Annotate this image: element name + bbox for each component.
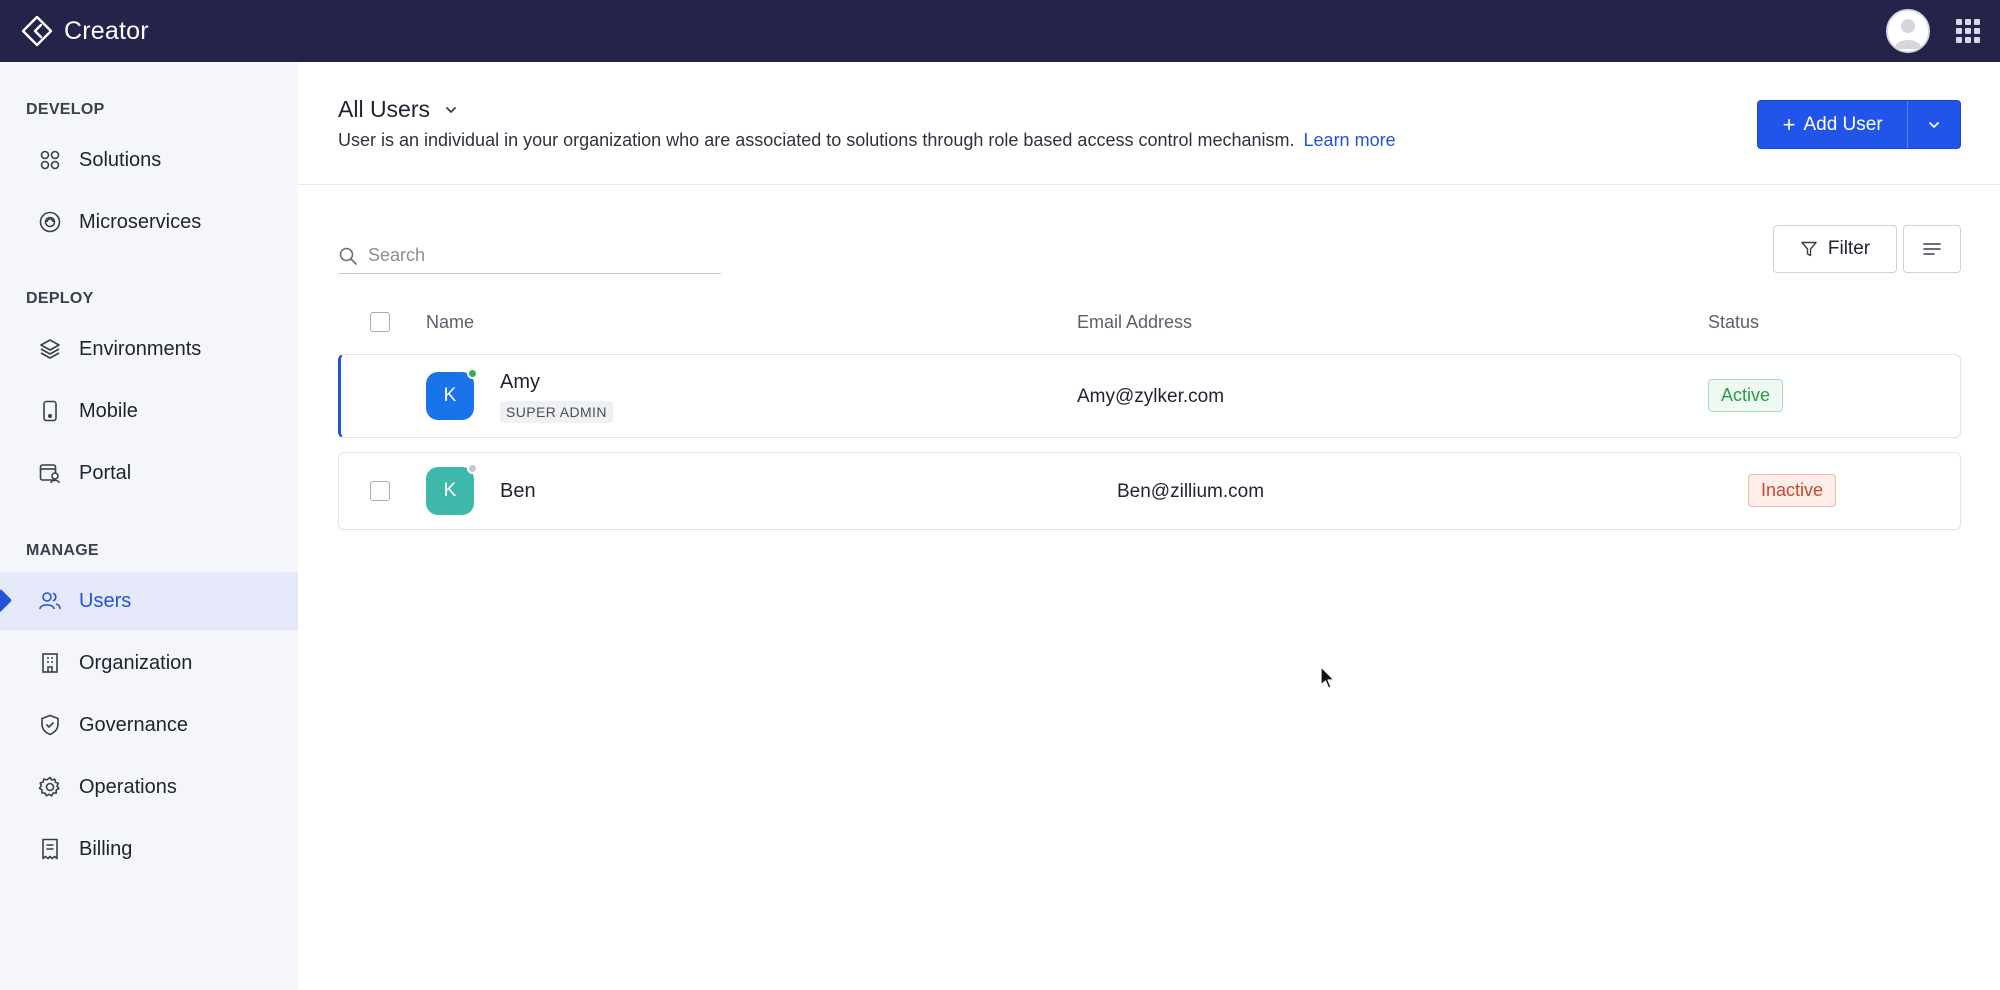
- active-indicator: [0, 588, 13, 614]
- portal-icon: [38, 461, 62, 485]
- page-description: User is an individual in your organizati…: [338, 130, 1396, 151]
- creator-logo-icon: [21, 15, 53, 47]
- sidebar-item-environments[interactable]: Environments: [0, 320, 298, 378]
- filter-icon: [1801, 241, 1817, 257]
- description-text: User is an individual in your organizati…: [338, 130, 1295, 150]
- section-title-develop: DEVELOP: [26, 101, 105, 118]
- filter-button[interactable]: Filter: [1773, 225, 1897, 273]
- learn-more-link[interactable]: Learn more: [1304, 130, 1396, 150]
- user-email: Amy@zylker.com: [1077, 386, 1225, 407]
- sidebar-item-users[interactable]: Users: [0, 572, 298, 630]
- sidebar-item-label: Portal: [79, 461, 132, 484]
- column-header-name[interactable]: Name: [426, 312, 474, 333]
- menu-lines-icon: [1923, 243, 1941, 255]
- sidebar-item-label: Users: [79, 589, 132, 612]
- column-options-button[interactable]: [1903, 225, 1961, 273]
- sidebar-item-label: Mobile: [79, 399, 138, 422]
- mobile-icon: [38, 399, 62, 423]
- user-name[interactable]: Ben: [500, 480, 536, 503]
- view-selector[interactable]: All Users: [338, 96, 458, 123]
- layers-icon: [38, 337, 62, 361]
- apps-grid-icon[interactable]: [1956, 19, 1980, 43]
- profile-avatar[interactable]: [1886, 9, 1930, 53]
- sidebar-item-label: Operations: [79, 775, 177, 798]
- add-user-button-group: + Add User: [1757, 100, 1961, 149]
- avatar: K: [426, 368, 478, 420]
- online-status-dot: [467, 368, 478, 379]
- sidebar-item-label: Environments: [79, 337, 202, 360]
- sidebar-item-label: Organization: [79, 651, 193, 674]
- building-icon: [38, 651, 62, 675]
- microservice-icon: [38, 210, 62, 234]
- column-header-email[interactable]: Email Address: [1077, 312, 1192, 333]
- add-user-button[interactable]: + Add User: [1758, 101, 1909, 148]
- mouse-cursor-icon: [1320, 666, 1335, 689]
- receipt-icon: [38, 837, 62, 861]
- table-row[interactable]: K Amy SUPER ADMIN Amy@zylker.com Active: [338, 354, 1961, 438]
- app-name: Creator: [64, 16, 149, 45]
- role-badge: SUPER ADMIN: [500, 401, 613, 423]
- shield-icon: [38, 713, 62, 737]
- user-name[interactable]: Amy: [500, 371, 540, 394]
- row-checkbox[interactable]: [370, 481, 390, 501]
- user-email: Ben@zillium.com: [1117, 481, 1265, 502]
- status-badge: Inactive: [1748, 474, 1837, 507]
- column-header-status[interactable]: Status: [1708, 312, 1759, 333]
- chevron-down-icon: [446, 106, 456, 113]
- sidebar-item-organization[interactable]: Organization: [0, 634, 298, 692]
- offline-status-dot: [467, 463, 478, 474]
- top-bar: Creator: [0, 0, 2000, 62]
- sidebar: DEVELOP Solutions Microservices DEPLOY E…: [0, 62, 298, 990]
- sidebar-item-solutions[interactable]: Solutions: [0, 131, 298, 189]
- add-user-label: Add User: [1803, 113, 1883, 135]
- search-icon: [339, 247, 357, 265]
- user-silhouette-icon: [1888, 11, 1928, 51]
- page-title: All Users: [338, 96, 431, 122]
- search-box: [338, 238, 721, 274]
- chevron-down-icon: [1929, 121, 1940, 128]
- status-badge: Active: [1708, 379, 1784, 412]
- sidebar-item-label: Microservices: [79, 210, 202, 233]
- add-user-dropdown-button[interactable]: [1908, 101, 1960, 148]
- sidebar-item-mobile[interactable]: Mobile: [0, 382, 298, 440]
- main-content: All Users User is an individual in your …: [298, 62, 2000, 990]
- gear-icon: [38, 775, 62, 799]
- brand[interactable]: Creator: [20, 14, 149, 48]
- filter-label: Filter: [1827, 238, 1871, 259]
- sidebar-item-portal[interactable]: Portal: [0, 444, 298, 502]
- sidebar-item-microservices[interactable]: Microservices: [0, 193, 298, 251]
- sidebar-item-label: Billing: [79, 837, 133, 860]
- select-all-checkbox[interactable]: [370, 312, 390, 332]
- section-title-manage: MANAGE: [26, 542, 99, 559]
- grid-circles-icon: [38, 148, 62, 172]
- page-header: All Users User is an individual in your …: [298, 62, 2000, 185]
- plus-icon: +: [1782, 111, 1796, 137]
- sidebar-item-operations[interactable]: Operations: [0, 758, 298, 816]
- sidebar-item-governance[interactable]: Governance: [0, 696, 298, 754]
- sidebar-item-label: Solutions: [79, 148, 162, 171]
- section-title-deploy: DEPLOY: [26, 290, 94, 307]
- search-input[interactable]: [368, 245, 708, 266]
- table-row[interactable]: K Ben Ben@zillium.com Inactive: [338, 452, 1961, 530]
- sidebar-item-label: Governance: [79, 713, 188, 736]
- users-icon: [38, 589, 62, 613]
- sidebar-item-billing[interactable]: Billing: [0, 820, 298, 878]
- avatar: K: [426, 463, 478, 515]
